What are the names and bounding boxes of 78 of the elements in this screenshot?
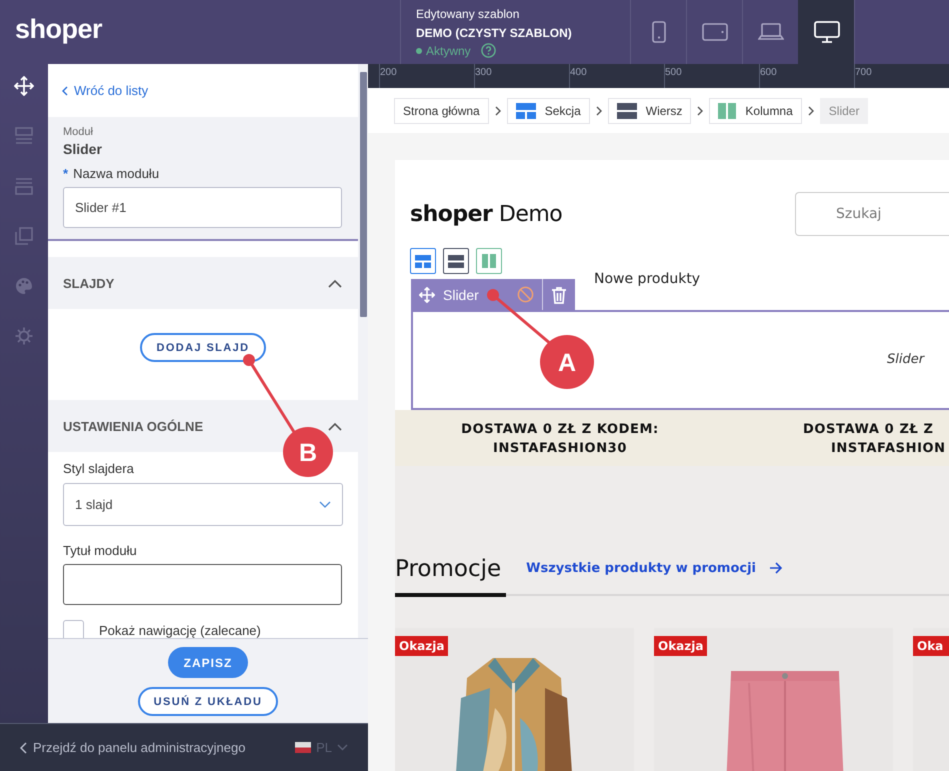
section-select-button[interactable] xyxy=(410,248,436,274)
phone-icon xyxy=(650,21,666,43)
rows-icon xyxy=(448,254,464,268)
product-card[interactable]: Okazja xyxy=(395,628,634,771)
section-icon xyxy=(415,254,431,268)
status-dot-icon xyxy=(416,48,422,54)
checkbox[interactable] xyxy=(63,620,84,638)
breadcrumb-item[interactable]: Sekcja xyxy=(506,98,590,124)
columns-icon xyxy=(482,254,496,268)
field-label: Nazwa modułu xyxy=(73,166,160,181)
nav-link[interactable]: Nowe produkty xyxy=(594,271,700,287)
breadcrumb-item[interactable]: Kolumna xyxy=(709,98,802,124)
caret-icon xyxy=(337,744,348,751)
chevron-icon xyxy=(328,278,342,288)
logo: shoper xyxy=(14,13,104,46)
product-card[interactable]: Oka xyxy=(913,628,949,771)
search-field[interactable]: Szukaj xyxy=(795,192,949,236)
scrollbar[interactable] xyxy=(360,72,367,317)
field-label: Tytuł modułu xyxy=(63,543,138,558)
admin-panel-link[interactable]: Przejdź do panelu administracyjnego xyxy=(20,740,246,755)
palette-icon xyxy=(15,277,33,295)
chevron-left-icon xyxy=(62,86,68,96)
breadcrumb-item[interactable]: Strona główna xyxy=(394,98,489,124)
sale-badge: Okazja xyxy=(654,636,708,656)
settings-icon xyxy=(15,327,33,345)
delete-icon[interactable] xyxy=(550,286,567,304)
columns-icon xyxy=(718,102,736,118)
banner-text: INSTAFASHION xyxy=(830,440,946,458)
field-label: Styl slajdera xyxy=(63,461,135,476)
module-caption: Moduł xyxy=(63,126,94,138)
slider-style-dropdown[interactable]: 1 slajd xyxy=(63,483,343,526)
promotions-link[interactable]: Wszystkie produkty w promocji xyxy=(526,560,756,576)
section-icon xyxy=(516,102,536,118)
template-name: DEMO (CZYSTY SZABLON) xyxy=(416,26,573,40)
desktop-view-button[interactable] xyxy=(798,0,854,64)
pages-icon xyxy=(15,227,33,245)
rows-icon xyxy=(616,102,637,118)
module-name: Slider xyxy=(63,141,103,157)
section-header[interactable]: SLAJDY xyxy=(48,257,358,309)
shop-logo: shoper Demo xyxy=(410,202,562,226)
row-select-button[interactable] xyxy=(443,248,469,274)
monitor-icon xyxy=(814,20,840,44)
product-card[interactable]: Okazja xyxy=(654,628,893,771)
module-label: Slider xyxy=(443,286,479,302)
column-select-button[interactable] xyxy=(476,248,502,274)
move-icon[interactable] xyxy=(419,286,435,302)
sale-badge: Okazja xyxy=(395,636,448,656)
chevron-icon xyxy=(596,106,602,116)
arrow-right-icon[interactable] xyxy=(769,562,784,574)
move-icon xyxy=(14,76,34,96)
laptop-icon xyxy=(758,22,784,42)
chevron-icon xyxy=(328,422,342,430)
layout-icon xyxy=(15,127,33,145)
breadcrumb-item[interactable]: Wiersz xyxy=(608,98,692,124)
checkbox-label: Pokaż nawigację (zalecane) xyxy=(99,623,261,638)
banner-text: DOSTAWA 0 ZŁ Z KODEM: xyxy=(460,421,660,439)
rows-icon xyxy=(15,177,33,195)
remove-button[interactable]: USUŃ Z UKŁADU xyxy=(138,687,278,716)
tablet-icon xyxy=(702,22,728,42)
back-link[interactable]: Wróć do listy xyxy=(62,83,148,98)
chevron-left-icon xyxy=(20,742,27,754)
sale-badge: Oka xyxy=(913,636,949,656)
chevron-icon xyxy=(808,106,814,116)
required-mark: * xyxy=(63,166,68,181)
banner-text: INSTAFASHION30 xyxy=(492,440,628,458)
banner-text: DOSTAWA 0 ZŁ Z xyxy=(803,421,935,439)
chevron-icon xyxy=(494,106,501,116)
status-text: Aktywny xyxy=(426,44,471,58)
slider-placeholder: Slider xyxy=(887,352,924,367)
help-icon[interactable] xyxy=(480,43,496,58)
module-title-field[interactable] xyxy=(63,564,342,605)
chevron-icon xyxy=(697,106,704,116)
caret-icon xyxy=(319,501,331,508)
save-button[interactable]: ZAPISZ xyxy=(168,647,248,678)
template-label: Edytowany szablon xyxy=(416,7,520,21)
section-heading: Promocje xyxy=(395,555,506,597)
module-name-field[interactable]: Slider #1 xyxy=(63,187,342,228)
add-slide-button[interactable]: DODAJ SLAJD xyxy=(140,333,266,362)
